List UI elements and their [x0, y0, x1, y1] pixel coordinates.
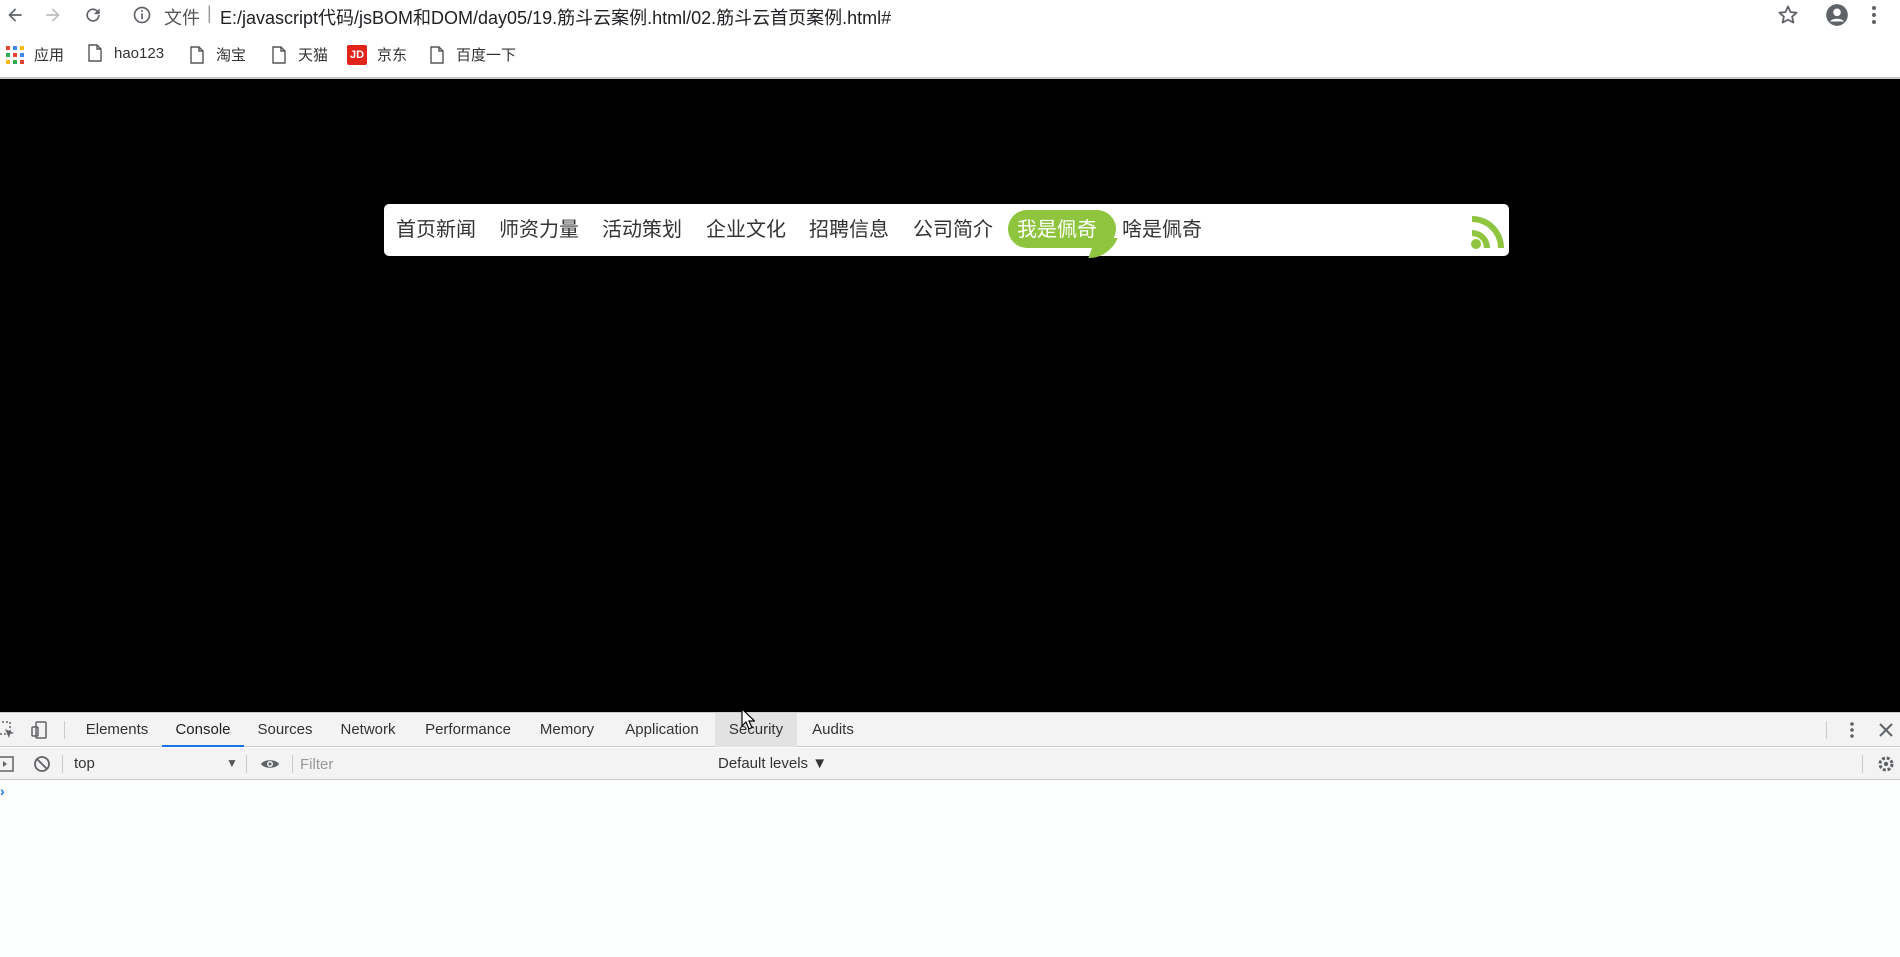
- inspect-element-icon[interactable]: [0, 720, 16, 740]
- reload-button[interactable]: [80, 2, 106, 28]
- nav-item-culture[interactable]: 企业文化: [706, 204, 786, 256]
- nav-item-company[interactable]: 公司简介: [913, 204, 993, 256]
- nav-item-what-peppa[interactable]: 啥是佩奇: [1122, 204, 1202, 256]
- tab-network[interactable]: Network: [332, 713, 404, 747]
- bookmark-apps[interactable]: 应用: [6, 44, 64, 65]
- toolbar-separator: [1862, 755, 1863, 773]
- toolbar-separator: [64, 721, 65, 739]
- devtools-tab-strip: Elements Console Sources Network Perform…: [0, 713, 1900, 747]
- device-toolbar-icon[interactable]: [30, 720, 50, 740]
- forward-button[interactable]: [40, 2, 66, 28]
- nav-item-faculty[interactable]: 师资力量: [499, 204, 579, 256]
- bookmark-label: hao123: [114, 44, 165, 62]
- page-icon: [88, 44, 102, 62]
- bookmark-baidu[interactable]: 百度一下: [428, 44, 516, 65]
- site-info-icon[interactable]: [132, 5, 152, 25]
- console-prompt[interactable]: ›: [0, 783, 5, 799]
- toolbar-separator: [62, 755, 63, 773]
- apps-grid-icon: [6, 45, 24, 64]
- page-viewport: 首页新闻 师资力量 活动策划 企业文化 招聘信息 公司简介 我是佩奇 啥是佩奇: [0, 79, 1900, 712]
- nav-item-recruitment[interactable]: 招聘信息: [809, 204, 889, 256]
- bookmark-star-icon[interactable]: [1776, 3, 1800, 27]
- bookmark-label: 淘宝: [216, 47, 247, 64]
- url-scheme-label: 文件: [164, 8, 200, 28]
- forward-arrow-icon: [46, 8, 60, 22]
- page-icon: [272, 45, 286, 64]
- tab-console[interactable]: Console: [162, 713, 244, 747]
- toolbar-separator: [1826, 721, 1827, 739]
- toolbar-separator: [246, 755, 247, 773]
- tab-application[interactable]: Application: [616, 713, 708, 747]
- cloud-nav-bar: 首页新闻 师资力量 活动策划 企业文化 招聘信息 公司简介 我是佩奇 啥是佩奇: [384, 204, 1509, 256]
- url-separator: |: [207, 3, 212, 23]
- tab-elements[interactable]: Elements: [78, 713, 156, 747]
- live-expression-eye-icon[interactable]: [260, 754, 280, 774]
- bookmark-label: 天猫: [298, 47, 329, 64]
- close-devtools-icon[interactable]: [1876, 720, 1896, 740]
- jd-logo-icon: JD: [347, 44, 367, 65]
- bookmark-hao123[interactable]: hao123: [86, 44, 164, 62]
- address-bar[interactable]: E:/javascript代码/jsBOM和DOM/day05/19.筋斗云案例…: [220, 4, 891, 30]
- back-arrow-icon: [8, 8, 22, 22]
- page-icon: [430, 45, 444, 64]
- devtools-menu-icon[interactable]: [1842, 720, 1862, 740]
- tab-sources[interactable]: Sources: [250, 713, 320, 747]
- context-dropdown-icon[interactable]: ▼: [226, 756, 238, 770]
- page-icon: [190, 45, 204, 64]
- bookmark-label: 京东: [377, 47, 408, 64]
- profile-avatar-icon[interactable]: [1824, 2, 1850, 28]
- nav-item-peppa-active[interactable]: 我是佩奇: [1017, 204, 1097, 256]
- bookmarks-bar: 应用 hao123 淘宝 天猫 JD 京东 百度一下: [0, 40, 1900, 70]
- tab-performance[interactable]: Performance: [418, 713, 518, 747]
- nav-item-home-news[interactable]: 首页新闻: [396, 204, 476, 256]
- context-selector[interactable]: top: [74, 755, 95, 772]
- browser-toolbar: 文件 | E:/javascript代码/jsBOM和DOM/day05/19.…: [0, 0, 1900, 32]
- devtools-panel: Elements Console Sources Network Perform…: [0, 712, 1900, 957]
- nav-item-events[interactable]: 活动策划: [602, 204, 682, 256]
- console-settings-gear-icon[interactable]: [1876, 754, 1896, 774]
- console-filter-input[interactable]: [300, 753, 700, 775]
- bookmark-taobao[interactable]: 淘宝: [188, 44, 246, 65]
- back-button[interactable]: [2, 2, 28, 28]
- sidebar-toggle-icon[interactable]: [0, 754, 16, 774]
- tab-memory[interactable]: Memory: [532, 713, 602, 747]
- console-toolbar: top ▼ Default levels ▼: [0, 748, 1900, 780]
- toolbar-separator: [292, 755, 293, 773]
- tab-security[interactable]: Security: [715, 713, 797, 747]
- mouse-cursor-icon: [741, 708, 755, 730]
- bookmark-label: 百度一下: [456, 47, 517, 64]
- tab-audits[interactable]: Audits: [803, 713, 863, 747]
- bookmark-label: 应用: [34, 47, 65, 64]
- bookmark-jd[interactable]: JD 京东: [347, 44, 407, 65]
- kebab-menu-icon[interactable]: [1868, 3, 1880, 27]
- reload-icon: [86, 8, 100, 22]
- bookmark-tmall[interactable]: 天猫: [270, 44, 328, 65]
- clear-console-icon[interactable]: [32, 754, 52, 774]
- log-levels-dropdown[interactable]: Default levels ▼: [718, 755, 827, 772]
- rss-icon[interactable]: [1470, 212, 1508, 250]
